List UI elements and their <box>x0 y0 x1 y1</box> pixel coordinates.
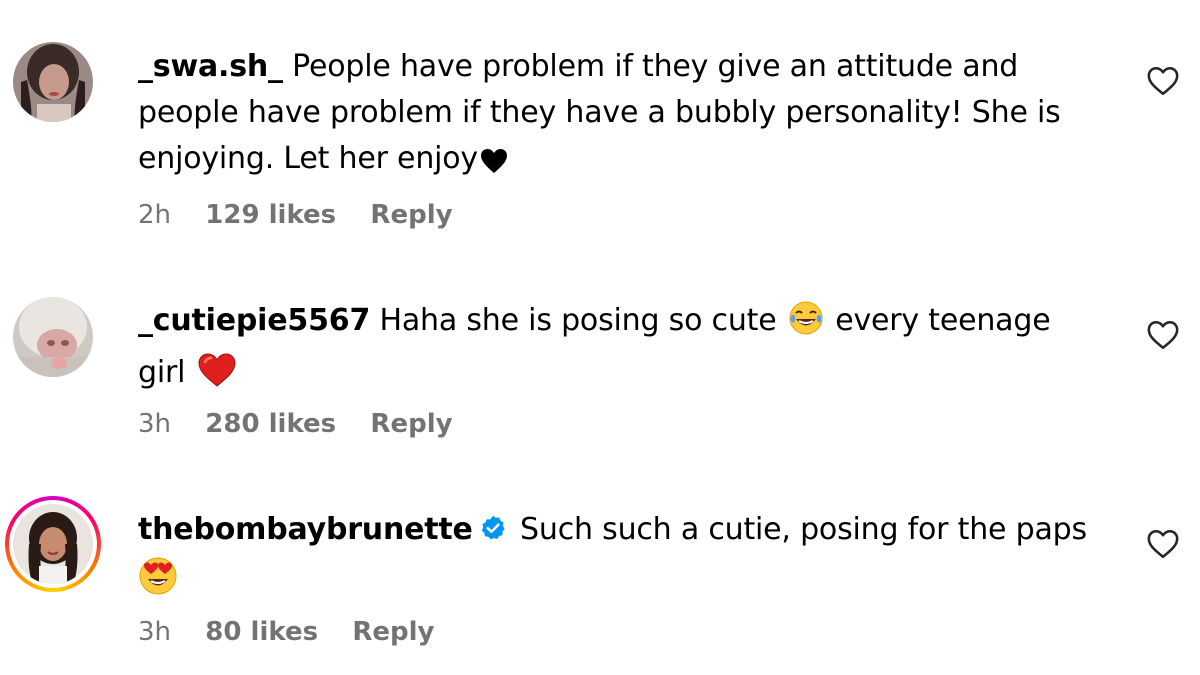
black-heart-emoji <box>480 142 508 188</box>
comment-username[interactable]: thebombaybrunette <box>138 512 473 547</box>
avatar[interactable] <box>13 42 93 122</box>
comment-time: 2h <box>138 200 172 230</box>
comment-body: Such such a cutie, posing for the paps <box>520 512 1087 547</box>
comment-username[interactable]: _swa.sh_ <box>138 49 283 84</box>
comment-time: 3h <box>138 409 172 439</box>
comment-likes[interactable]: 80 likes <box>205 617 318 647</box>
comment-likes[interactable]: 129 likes <box>205 200 336 230</box>
comment-text: _cutiepie5567 Haha she is posing so cute… <box>138 298 1098 402</box>
story-ring[interactable] <box>5 496 101 592</box>
red-heart-emoji <box>197 352 237 402</box>
like-heart-icon[interactable] <box>1146 318 1180 352</box>
comment-meta: 2h 129 likes Reply <box>138 200 479 230</box>
heart-eyes-emoji <box>138 556 178 610</box>
comment-body: Haha she is posing so cute <box>379 303 777 338</box>
comment-time: 3h <box>138 617 172 647</box>
tears-of-joy-emoji <box>788 300 824 350</box>
comment-meta: 3h 80 likes Reply <box>138 617 460 647</box>
comment-username[interactable]: _cutiepie5567 <box>138 303 370 338</box>
comment-text: _swa.sh_ People have problem if they giv… <box>138 44 1098 188</box>
reply-button[interactable]: Reply <box>370 409 452 439</box>
like-heart-icon[interactable] <box>1146 64 1180 98</box>
comment-likes[interactable]: 280 likes <box>205 409 336 439</box>
comment-meta: 3h 280 likes Reply <box>138 409 479 439</box>
reply-button[interactable]: Reply <box>352 617 434 647</box>
reply-button[interactable]: Reply <box>370 200 452 230</box>
comment-text: thebombaybrunette Such such a cutie, pos… <box>138 507 1098 610</box>
avatar[interactable] <box>13 297 93 377</box>
like-heart-icon[interactable] <box>1146 527 1180 561</box>
verified-badge-icon <box>479 510 507 556</box>
avatar[interactable] <box>13 504 93 584</box>
